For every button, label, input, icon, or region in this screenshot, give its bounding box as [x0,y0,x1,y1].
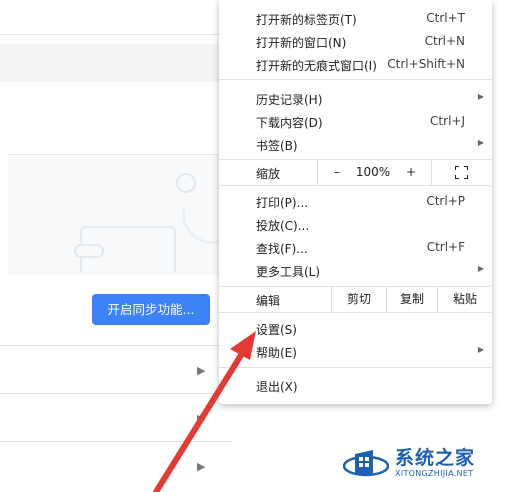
menu-item-label: 打印(P)... [256,196,309,210]
divider [431,160,432,185]
menu-item-label: 退出(X) [256,380,298,394]
copy-button[interactable]: 复制 [387,287,437,312]
menu-item-print[interactable]: 打印(P)... Ctrl+P [219,190,492,213]
menu-divider [219,79,492,80]
watermark-subtitle: XITONGZHIJIA.NET [395,469,474,478]
menu-item-shortcut: Ctrl+F [426,240,465,254]
zoom-level-value: 100% [355,165,391,179]
menu-item-label: 下载内容(D) [256,116,323,130]
menu-item-shortcut: Ctrl+P [426,194,465,208]
zoom-label: 缩放 [256,167,281,181]
site-watermark: 系统之家 XITONGZHIJIA.NET [343,440,498,488]
cloud-icon [74,244,104,258]
fullscreen-icon[interactable] [455,166,468,179]
menu-item-exit[interactable]: 退出(X) [219,374,492,397]
menu-item-bookmarks[interactable]: 书签(B) ▶ [219,133,492,156]
menu-item-label: 帮助(E) [256,346,297,360]
divider [317,160,318,185]
submenu-arrow-icon: ▶ [477,138,484,147]
menu-item-label: 书签(B) [256,139,298,153]
browser-main-menu: 打开新的标签页(T) Ctrl+T 打开新的窗口(N) Ctrl+N 打开新的无… [219,0,492,404]
menu-item-label: 打开新的标签页(T) [256,13,357,27]
menu-item-new-tab[interactable]: 打开新的标签页(T) Ctrl+T [219,7,492,30]
menu-item-label: 历史记录(H) [256,93,323,107]
chevron-right-icon[interactable]: ▶ [197,412,205,425]
menu-item-downloads[interactable]: 下载内容(D) Ctrl+J [219,110,492,133]
menu-item-label: 打开新的无痕式窗口(I) [256,59,377,73]
menu-divider [219,185,492,186]
menu-item-cast[interactable]: 投放(C)... [219,213,492,236]
zoom-in-button[interactable]: + [393,160,429,185]
chevron-right-icon[interactable]: ▶ [197,364,205,377]
menu-item-label: 查找(F)... [256,242,308,256]
menu-item-label: 投放(C)... [256,219,310,233]
divider [0,393,232,394]
divider [0,441,232,442]
menu-item-find[interactable]: 查找(F)... Ctrl+F [219,236,492,259]
zoom-out-button[interactable]: – [319,160,355,185]
menu-item-label: 打开新的窗口(N) [256,36,347,50]
menu-item-settings[interactable]: 设置(S) [219,317,492,340]
watermark-logo-icon [343,450,389,477]
menu-item-help[interactable]: 帮助(E) ▶ [219,340,492,363]
divider [0,345,232,346]
zoom-row: 缩放 – 100% + [219,160,492,185]
cut-button[interactable]: 剪切 [332,287,386,312]
divider [0,34,232,35]
edit-label: 编辑 [256,294,281,308]
menu-item-shortcut: Ctrl+Shift+N [387,57,465,71]
submenu-arrow-icon: ▶ [477,264,484,273]
submenu-arrow-icon: ▶ [477,92,484,101]
menu-item-new-window[interactable]: 打开新的窗口(N) Ctrl+N [219,30,492,53]
menu-item-new-incognito-window[interactable]: 打开新的无痕式窗口(I) Ctrl+Shift+N [219,53,492,76]
menu-item-more-tools[interactable]: 更多工具(L) ▶ [219,259,492,282]
menu-divider [219,312,492,313]
menu-item-history[interactable]: 历史记录(H) ▶ [219,87,492,110]
edit-row: 编辑 剪切 复制 粘贴 [219,287,492,312]
menu-item-label: 设置(S) [256,323,297,337]
menu-item-shortcut: Ctrl+N [424,34,465,48]
watermark-title: 系统之家 [395,447,476,469]
menu-item-label: 更多工具(L) [256,265,321,279]
menu-divider [219,367,492,368]
submenu-arrow-icon: ▶ [477,345,484,354]
page-header-bar [0,44,232,82]
illustration-circle [176,173,196,193]
menu-item-shortcut: Ctrl+T [426,11,465,25]
chevron-right-icon[interactable]: ▶ [197,460,205,473]
paste-button[interactable]: 粘贴 [438,287,492,312]
menu-item-shortcut: Ctrl+J [430,114,465,128]
enable-sync-button[interactable]: 开启同步功能... [92,294,210,325]
